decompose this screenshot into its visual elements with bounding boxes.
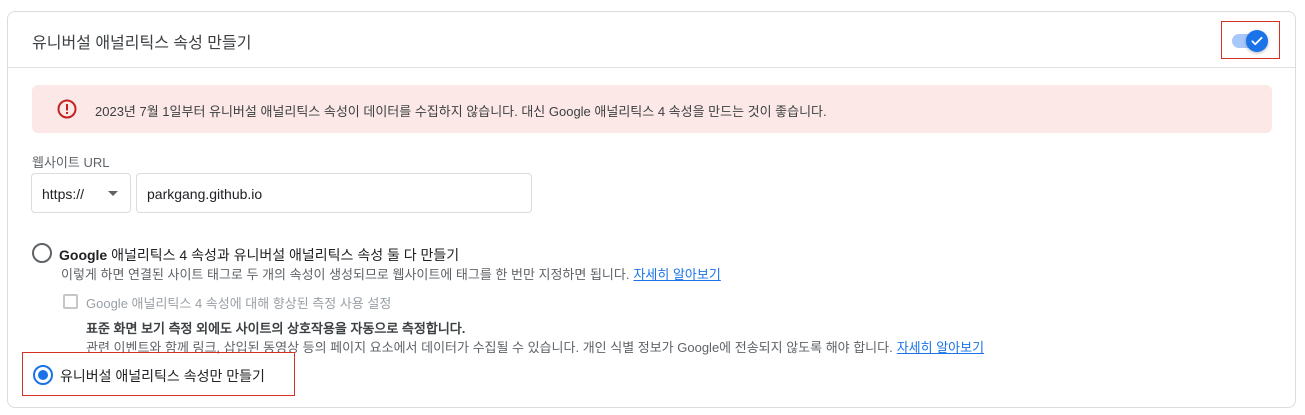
- website-url-input[interactable]: parkgang.github.io: [136, 173, 532, 213]
- url-value: parkgang.github.io: [147, 186, 263, 202]
- learn-more-link-2[interactable]: 자세히 알아보기: [897, 340, 984, 355]
- highlight-box-toggle: [1221, 21, 1280, 59]
- option-ua-only-label[interactable]: 유니버설 애널리틱스 속성만 만들기: [60, 366, 265, 386]
- error-icon: [57, 99, 77, 119]
- create-ua-toggle[interactable]: [1246, 30, 1268, 52]
- create-ua-property-card: 유니버설 애널리틱스 속성 만들기 2023년 7월 1일부터 유니버설 애널리…: [7, 11, 1296, 408]
- option-both-description-text: 이렇게 하면 연결된 사이트 태그로 두 개의 속성이 생성되므로 웹사이트에 …: [61, 267, 630, 282]
- enhanced-measurement-summary: 표준 화면 보기 측정 외에도 사이트의 상호작용을 자동으로 측정합니다.: [86, 321, 466, 336]
- website-url-label: 웹사이트 URL: [32, 155, 110, 170]
- option-both-label-text: 애널리틱스 4 속성과 유니버설 애널리틱스 속성 둘 다 만들기: [107, 247, 460, 263]
- card-header: 유니버설 애널리틱스 속성 만들기: [8, 12, 1295, 68]
- chevron-down-icon: [108, 191, 118, 196]
- card-title: 유니버설 애널리틱스 속성 만들기: [32, 35, 252, 52]
- deprecation-alert: 2023년 7월 1일부터 유니버설 애널리틱스 속성이 데이터를 수집하지 않…: [32, 85, 1272, 133]
- protocol-select[interactable]: https://: [31, 173, 131, 213]
- option-both-label[interactable]: Google 애널리틱스 4 속성과 유니버설 애널리틱스 속성 둘 다 만들기: [59, 245, 459, 265]
- protocol-value: https://: [42, 186, 85, 202]
- checkmark-icon: [1251, 36, 1263, 46]
- highlight-box-ua-only: 유니버설 애널리틱스 속성만 만들기: [22, 352, 295, 396]
- radio-create-both[interactable]: [32, 243, 52, 263]
- enhanced-measurement-label: Google 애널리틱스 4 속성에 대해 향상된 측정 사용 설정: [86, 296, 392, 311]
- alert-text: 2023년 7월 1일부터 유니버설 애널리틱스 속성이 데이터를 수집하지 않…: [95, 104, 827, 119]
- learn-more-link[interactable]: 자세히 알아보기: [633, 267, 720, 282]
- radio-ua-only[interactable]: [33, 365, 53, 385]
- enhanced-measurement-checkbox[interactable]: [63, 294, 78, 309]
- option-both-description: 이렇게 하면 연결된 사이트 태그로 두 개의 속성이 생성되므로 웹사이트에 …: [61, 264, 721, 283]
- option-both-label-brand: Google: [59, 247, 108, 263]
